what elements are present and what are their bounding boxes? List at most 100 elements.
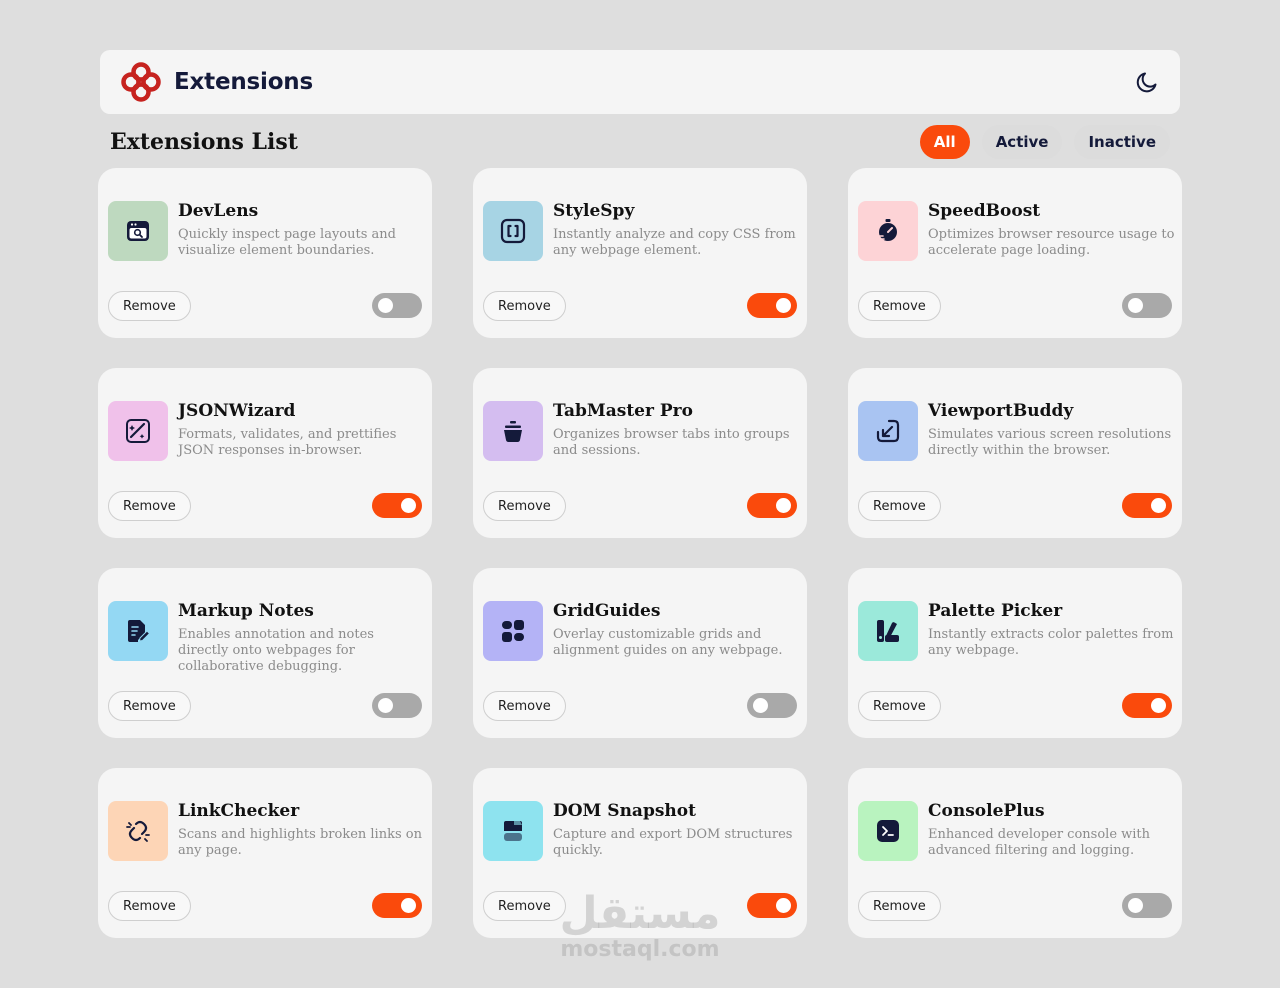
remove-button[interactable]: Remove: [858, 491, 941, 521]
extension-icon-tile: [858, 801, 918, 861]
extension-name: GridGuides: [553, 601, 661, 621]
extension-card-markup-notes: Markup Notes Enables annotation and notes…: [98, 568, 432, 738]
extension-name: LinkChecker: [178, 801, 300, 821]
remove-button[interactable]: Remove: [108, 291, 191, 321]
extension-card-viewportbuddy: ViewportBuddy Simulates various screen re…: [848, 368, 1182, 538]
extension-description: Scans and highlights broken links on any…: [178, 827, 422, 858]
extension-icon-tile: [483, 401, 543, 461]
toggle-knob: [776, 898, 791, 913]
extension-name: Markup Notes: [178, 601, 314, 621]
extension-name: ConsolePlus: [928, 801, 1045, 821]
extension-card-tabmaster-pro: TabMaster Pro Organizes browser tabs into…: [473, 368, 807, 538]
extension-name: DevLens: [178, 201, 259, 221]
remove-button[interactable]: Remove: [483, 891, 566, 921]
extension-card-stylespy: StyleSpy Instantly analyze and copy CSS f…: [473, 168, 807, 338]
extension-description: Formats, validates, and prettifies JSON …: [178, 427, 397, 458]
grid-icon: [502, 620, 524, 642]
extension-description: Instantly extracts color palettes from a…: [928, 627, 1174, 658]
extension-card-palette-picker: Palette Picker Instantly extracts color p…: [848, 568, 1182, 738]
extension-icon-tile: [108, 801, 168, 861]
active-toggle[interactable]: [1122, 493, 1172, 518]
remove-button[interactable]: Remove: [483, 491, 566, 521]
active-toggle[interactable]: [1122, 693, 1172, 718]
extension-icon-tile: [858, 401, 918, 461]
toggle-knob: [401, 898, 416, 913]
active-toggle[interactable]: [1122, 893, 1172, 918]
extension-card-consoleplus: ConsolePlus Enhanced developer console wi…: [848, 768, 1182, 938]
active-toggle[interactable]: [747, 493, 797, 518]
remove-button[interactable]: Remove: [858, 891, 941, 921]
extension-description: Simulates various screen resolutions dir…: [928, 427, 1172, 458]
extension-icon-tile: [108, 601, 168, 661]
remove-button[interactable]: Remove: [483, 291, 566, 321]
extension-icon-tile: [858, 201, 918, 261]
remove-button[interactable]: Remove: [483, 691, 566, 721]
extension-icon-tile: [483, 201, 543, 261]
extensions-grid: DevLens Quickly inspect page layouts and …: [98, 168, 1182, 938]
stack-pot-icon: [504, 421, 522, 442]
remove-button[interactable]: Remove: [108, 891, 191, 921]
active-toggle[interactable]: [372, 493, 422, 518]
extension-icon-tile: [108, 401, 168, 461]
extension-description: Optimizes browser resource usage to acce…: [928, 227, 1175, 258]
extension-description: Overlay customizable grids and alignment…: [553, 627, 783, 658]
toggle-knob: [753, 698, 768, 713]
extension-name: TabMaster Pro: [553, 401, 693, 421]
toggle-knob: [776, 298, 791, 313]
extension-name: SpeedBoost: [928, 201, 1041, 221]
broken-link-icon: [126, 820, 150, 842]
extension-card-linkchecker: LinkChecker Scans and highlights broken l…: [98, 768, 432, 938]
resize-arrow-icon: [876, 419, 900, 443]
browser-search-icon: [127, 221, 149, 241]
filter-active-button[interactable]: Active: [981, 125, 1063, 159]
filter-group: All Active Inactive: [919, 125, 1170, 159]
toggle-knob: [1128, 298, 1143, 313]
app-name: Extensions: [174, 69, 313, 95]
remove-button[interactable]: Remove: [108, 491, 191, 521]
extension-description: Instantly analyze and copy CSS from any …: [553, 227, 796, 258]
extension-name: JSONWizard: [178, 401, 296, 421]
extension-card-devlens: DevLens Quickly inspect page layouts and …: [98, 168, 432, 338]
extension-card-jsonwizard: JSONWizard Formats, validates, and pretti…: [98, 368, 432, 538]
extension-description: Organizes browser tabs into groups and s…: [553, 427, 790, 458]
toggle-knob: [1151, 698, 1166, 713]
toggle-knob: [1151, 498, 1166, 513]
toggle-knob: [776, 498, 791, 513]
extension-card-dom-snapshot: DOM Snapshot Capture and export DOM struc…: [473, 768, 807, 938]
extension-name: ViewportBuddy: [928, 401, 1074, 421]
active-toggle[interactable]: [747, 693, 797, 718]
extension-name: DOM Snapshot: [553, 801, 696, 821]
watermark-latin: mostaql.com: [560, 937, 720, 962]
remove-button[interactable]: Remove: [858, 691, 941, 721]
toggle-knob: [1128, 898, 1143, 913]
toggle-knob: [378, 698, 393, 713]
extension-card-gridguides: GridGuides Overlay customizable grids and…: [473, 568, 807, 738]
extension-description: Capture and export DOM structures quickl…: [553, 827, 793, 858]
extension-icon-tile: [858, 601, 918, 661]
active-toggle[interactable]: [372, 893, 422, 918]
terminal-icon: [877, 820, 899, 842]
toggle-knob: [401, 498, 416, 513]
extension-card-speedboost: SpeedBoost Optimizes browser resource usa…: [848, 168, 1182, 338]
palette-icon: [877, 620, 899, 642]
header-bar: Extensions: [100, 50, 1180, 114]
filter-inactive-button[interactable]: Inactive: [1074, 125, 1170, 159]
remove-button[interactable]: Remove: [108, 691, 191, 721]
remove-button[interactable]: Remove: [858, 291, 941, 321]
active-toggle[interactable]: [747, 293, 797, 318]
active-toggle[interactable]: [372, 693, 422, 718]
active-toggle[interactable]: [1122, 293, 1172, 318]
extension-name: StyleSpy: [553, 201, 635, 221]
filter-all-button[interactable]: All: [919, 125, 970, 159]
moon-icon[interactable]: [1134, 69, 1160, 95]
active-toggle[interactable]: [372, 293, 422, 318]
layers-icon: [504, 821, 522, 841]
active-toggle[interactable]: [747, 893, 797, 918]
extension-icon-tile: [483, 801, 543, 861]
brackets-icon: [500, 218, 526, 244]
magic-image-icon: [126, 419, 150, 443]
extension-description: Quickly inspect page layouts and visuali…: [178, 227, 396, 258]
extension-description: Enables annotation and notes directly on…: [178, 627, 374, 674]
extension-icon-tile: [483, 601, 543, 661]
note-pen-icon: [128, 620, 151, 642]
